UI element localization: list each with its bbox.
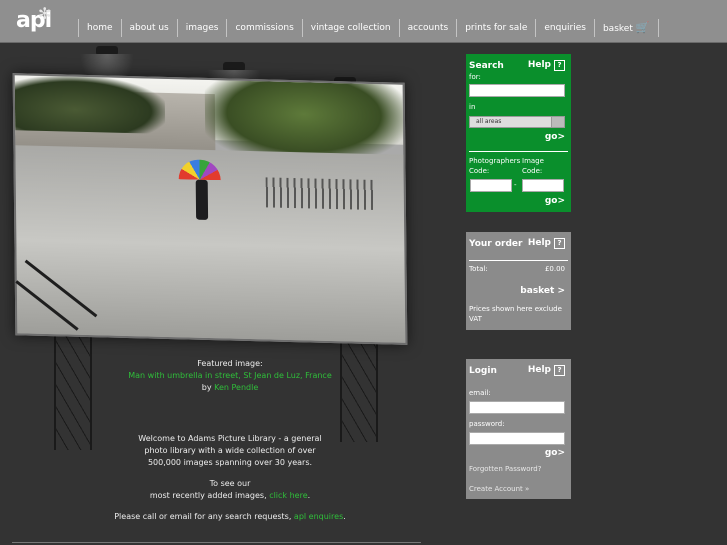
dropdown-arrow-icon [551,117,564,127]
search-go-button[interactable]: go> [545,132,565,142]
order-total-label: Total: [469,265,488,273]
image-code-label: Image Code: [522,157,544,175]
email-label: email: [469,389,491,397]
area-select[interactable]: all areas [469,116,565,128]
featured-title-link[interactable]: Man with umbrella in street, St Jean de … [60,370,400,382]
see-line-1: To see our [209,479,251,488]
forgotten-password-link[interactable]: Forgotten Password? [469,465,541,473]
nav-basket[interactable]: basket 🛒 [593,19,659,37]
featured-byline: by Ken Pendle [60,382,400,394]
featured-image[interactable] [12,73,408,345]
billboard-stage [0,42,460,545]
search-help-label: Help [527,60,551,70]
apl-enquires-link[interactable]: apl enquires [294,512,343,521]
login-help-label: Help [527,365,551,375]
login-help-link[interactable]: Help? [528,365,565,376]
photo-cafe-chairs [265,177,376,211]
spotlight-lamp-middle [207,62,261,108]
spotlight-lamp-left [80,46,134,92]
search-in-label: in [469,103,476,111]
shopping-cart-icon: 🛒 [635,21,650,34]
basket-link[interactable]: basket > [520,286,565,296]
call-end: . [343,512,346,521]
search-divider [469,151,568,152]
search-help-link[interactable]: Help? [528,60,565,71]
search-panel: Search Help? for: in all areas go> Photo… [466,54,571,212]
featured-caption: Featured image: Man with umbrella in str… [60,358,400,394]
see-line-2: most recently added images, click here. [60,490,400,502]
order-help-label: Help [527,238,551,248]
main-nav: home about us images commissions vintage… [78,19,659,37]
photo-trees-left [14,75,166,134]
code-dash: - [514,181,517,189]
top-navigation-bar: apl ✻ home about us images commissions v… [0,0,727,43]
nav-vintage-collection[interactable]: vintage collection [301,19,399,37]
order-title: Your order [469,239,523,249]
footer-divider [12,542,421,543]
password-label: password: [469,420,505,428]
featured-label: Featured image: [197,359,263,368]
login-go-button[interactable]: go> [545,448,565,458]
order-total-value: £0.00 [544,265,565,273]
email-field[interactable] [469,401,565,414]
contact-text: Please call or email for any search requ… [60,511,400,523]
call-text: Please call or email for any search requ… [114,512,292,521]
welcome-line-3: 500,000 images spanning over 30 years. [147,458,313,467]
click-here-link[interactable]: click here [269,491,307,500]
welcome-line-2: photo library with a wide collection of … [144,446,316,455]
area-select-value: all areas [476,118,502,125]
vat-note: Prices shown here exclude VAT [469,305,562,323]
login-title: Login [469,366,497,376]
order-help-link[interactable]: Help? [528,238,565,249]
photographers-code-input[interactable] [470,179,512,192]
help-question-icon: ? [554,365,565,376]
code-go-button[interactable]: go> [545,196,565,206]
create-account-link[interactable]: Create Account » [469,485,529,493]
search-input[interactable] [469,84,565,97]
nav-about-us[interactable]: about us [120,19,177,37]
nav-prints-for-sale[interactable]: prints for sale [456,19,535,37]
nav-enquiries[interactable]: enquiries [535,19,594,37]
image-code-input[interactable] [522,179,564,192]
help-question-icon: ? [554,60,565,71]
order-divider [469,260,568,261]
author-link[interactable]: Ken Pendle [214,383,258,392]
photographers-code-label: Photographers Code: [469,157,521,175]
welcome-text: Welcome to Adams Picture Library - a gen… [60,433,400,469]
order-panel: Your order Help? Total: £0.00 basket > P… [466,232,571,330]
welcome-line-1: Welcome to Adams Picture Library - a gen… [138,434,322,443]
nav-accounts[interactable]: accounts [398,19,457,37]
nav-basket-label: basket [602,24,633,34]
by-label: by [201,383,212,392]
snowflake-logo-icon: ✻ [38,4,52,23]
nav-images[interactable]: images [176,19,227,37]
search-for-label: for: [469,73,481,81]
help-question-icon: ? [554,238,565,249]
see-line-2-text: most recently added images, [149,491,267,500]
login-panel: Login Help? email: password: go> Forgott… [466,359,571,499]
recent-images-text: To see our most recently added images, c… [60,478,400,502]
search-title: Search [469,61,504,71]
nav-commissions[interactable]: commissions [226,19,301,37]
nav-home[interactable]: home [78,19,121,37]
photo-person [195,179,209,220]
see-line-2-end: . [307,491,311,500]
password-field[interactable] [469,432,565,445]
